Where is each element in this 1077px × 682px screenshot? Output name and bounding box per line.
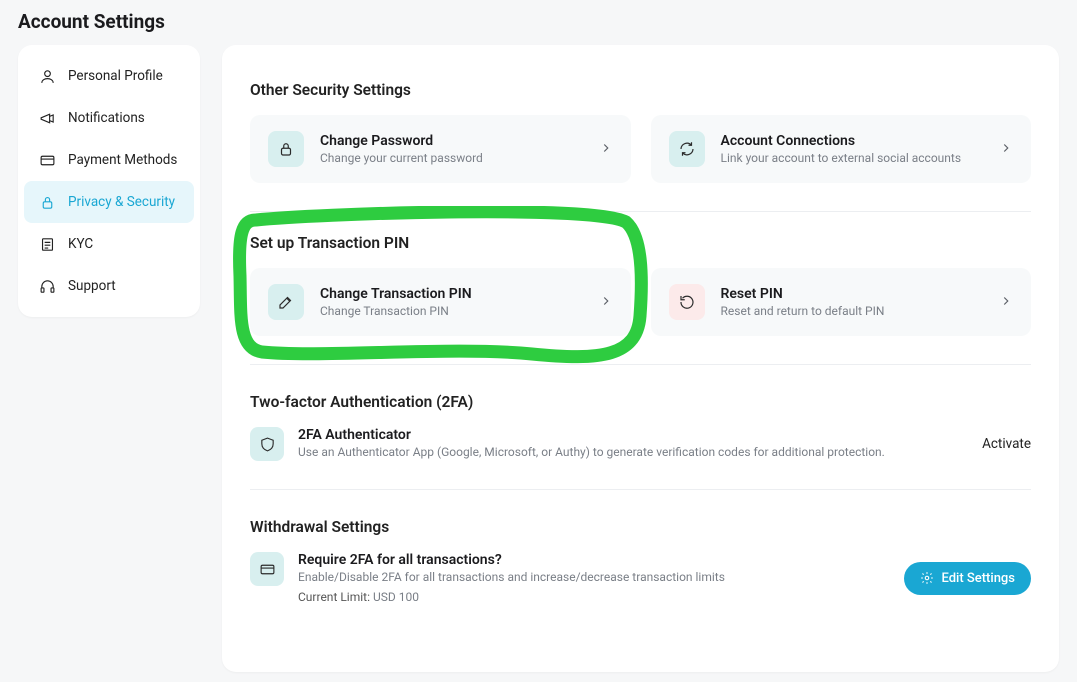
card-title: Change Transaction PIN (320, 286, 583, 302)
section-title: Set up Transaction PIN (250, 234, 1031, 252)
sidebar-item-personal-profile[interactable]: Personal Profile (24, 55, 194, 97)
page-title: Account Settings (18, 10, 1059, 33)
row-sub: Enable/Disable 2FA for all transactions … (298, 570, 890, 584)
sidebar: Personal Profile Notifications Payment M… (18, 45, 200, 317)
section-title: Other Security Settings (250, 81, 1031, 99)
user-icon (38, 67, 56, 85)
card-change-transaction-pin[interactable]: Change Transaction PIN Change Transactio… (250, 268, 631, 336)
row-title: 2FA Authenticator (298, 427, 968, 443)
section-other-security: Other Security Settings Change Password … (250, 67, 1031, 212)
sidebar-item-label: Privacy & Security (68, 194, 175, 210)
edit-settings-label: Edit Settings (941, 571, 1015, 586)
activate-link[interactable]: Activate (982, 436, 1031, 452)
card-account-connections[interactable]: Account Connections Link your account to… (651, 115, 1032, 183)
lock-icon (38, 193, 56, 211)
card-sub: Change Transaction PIN (320, 304, 583, 318)
sidebar-item-payment-methods[interactable]: Payment Methods (24, 139, 194, 181)
limit-value: USD 100 (373, 590, 419, 604)
sidebar-item-kyc[interactable]: KYC (24, 223, 194, 265)
chevron-right-icon (599, 293, 613, 312)
edit-icon (268, 284, 304, 320)
sidebar-item-label: Personal Profile (68, 68, 163, 84)
main-panel: Other Security Settings Change Password … (222, 45, 1059, 672)
section-transaction-pin: Set up Transaction PIN Change Transactio… (250, 212, 1031, 365)
edit-settings-button[interactable]: Edit Settings (904, 562, 1031, 595)
card-icon (250, 552, 284, 586)
section-withdrawal: Withdrawal Settings Require 2FA for all … (250, 490, 1031, 632)
shield-icon (250, 427, 284, 461)
card-sub: Reset and return to default PIN (721, 304, 984, 318)
card-title: Account Connections (721, 133, 984, 149)
card-icon (38, 151, 56, 169)
lock-icon (268, 131, 304, 167)
sidebar-item-notifications[interactable]: Notifications (24, 97, 194, 139)
section-title: Withdrawal Settings (250, 518, 1031, 536)
card-sub: Change your current password (320, 151, 583, 165)
limit-label: Current Limit: (298, 590, 373, 604)
megaphone-icon (38, 109, 56, 127)
row-sub: Use an Authenticator App (Google, Micros… (298, 445, 968, 459)
reset-icon (669, 284, 705, 320)
card-reset-pin[interactable]: Reset PIN Reset and return to default PI… (651, 268, 1032, 336)
sidebar-item-label: Notifications (68, 110, 145, 126)
section-2fa: Two-factor Authentication (2FA) 2FA Auth… (250, 365, 1031, 490)
chevron-right-icon (599, 140, 613, 159)
chevron-right-icon (999, 293, 1013, 312)
sidebar-item-privacy-security[interactable]: Privacy & Security (24, 181, 194, 223)
card-sub: Link your account to external social acc… (721, 151, 984, 165)
chevron-right-icon (999, 140, 1013, 159)
card-title: Change Password (320, 133, 583, 149)
sidebar-item-support[interactable]: Support (24, 265, 194, 307)
sidebar-item-label: Payment Methods (68, 152, 177, 168)
refresh-icon (669, 131, 705, 167)
document-icon (38, 235, 56, 253)
headphones-icon (38, 277, 56, 295)
card-change-password[interactable]: Change Password Change your current pass… (250, 115, 631, 183)
row-title: Require 2FA for all transactions? (298, 552, 890, 568)
gear-icon (920, 571, 934, 585)
card-title: Reset PIN (721, 286, 984, 302)
sidebar-item-label: Support (68, 278, 116, 294)
sidebar-item-label: KYC (68, 236, 93, 252)
section-title: Two-factor Authentication (2FA) (250, 393, 1031, 411)
